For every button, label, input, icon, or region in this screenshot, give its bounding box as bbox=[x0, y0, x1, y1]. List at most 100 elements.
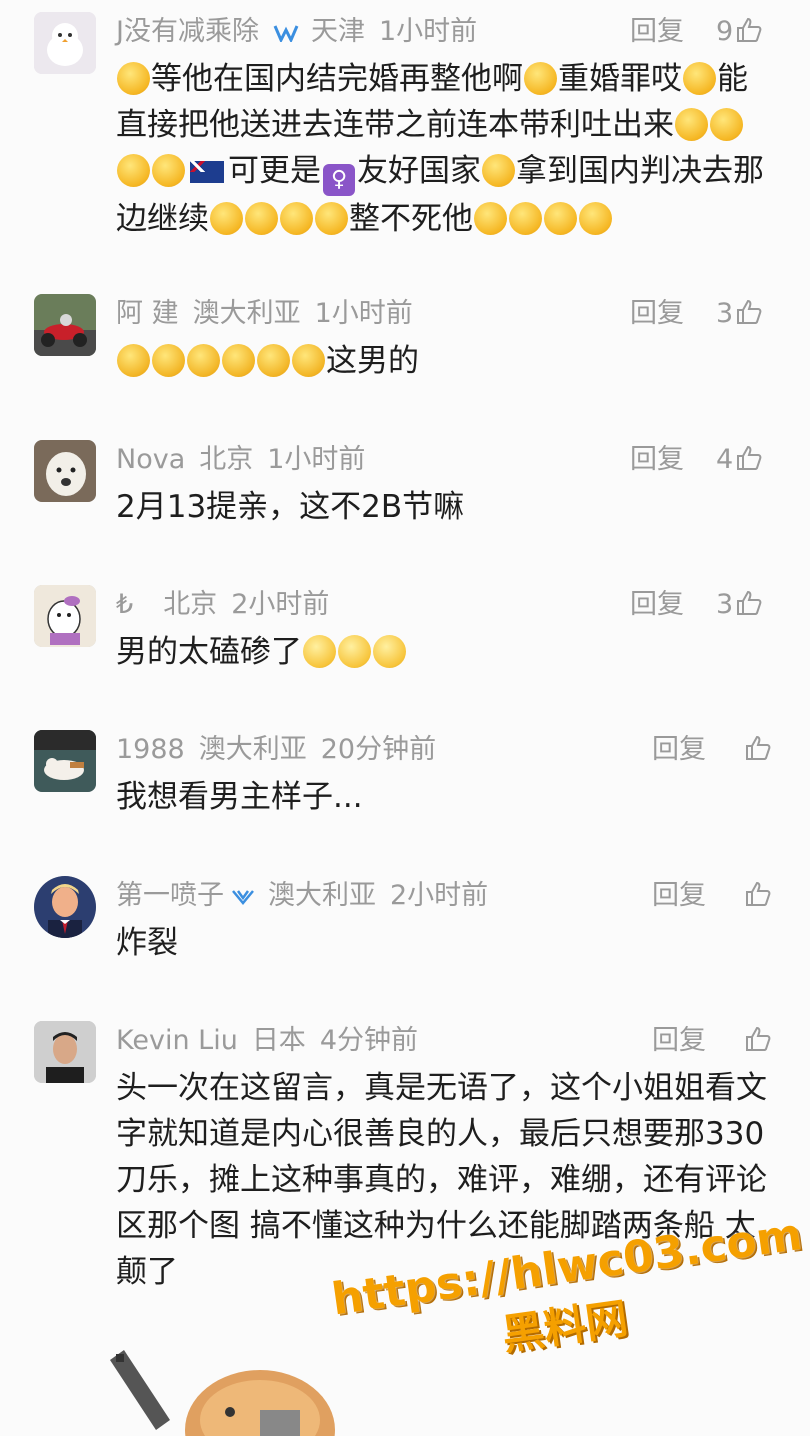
avatar[interactable] bbox=[34, 12, 96, 74]
emoji-icon bbox=[117, 154, 150, 187]
emoji-icon bbox=[675, 108, 708, 141]
emoji-icon bbox=[579, 202, 612, 235]
emoji-icon bbox=[710, 108, 743, 141]
like-button[interactable] bbox=[742, 876, 772, 916]
reply-button[interactable]: 回复 bbox=[630, 440, 684, 480]
emoji-icon bbox=[117, 62, 150, 95]
username[interactable]: Kevin Liu bbox=[116, 1025, 238, 1056]
reply-button[interactable]: 回复 bbox=[630, 12, 684, 52]
vip-badge-icon bbox=[273, 24, 299, 42]
timestamp: 1小时前 bbox=[267, 444, 366, 475]
like-button[interactable]: 3 bbox=[716, 585, 763, 625]
username[interactable]: Nova bbox=[116, 444, 185, 475]
like-button[interactable]: 4 bbox=[716, 440, 763, 480]
reply-button[interactable]: 回复 bbox=[652, 1021, 706, 1061]
comment-text: 炸裂 bbox=[116, 925, 178, 961]
emoji-icon bbox=[222, 344, 255, 377]
emoji-icon bbox=[474, 202, 507, 235]
thumbs-up-icon bbox=[746, 735, 771, 760]
timestamp: 2小时前 bbox=[231, 589, 330, 620]
avatar[interactable] bbox=[34, 876, 96, 938]
comment-meta: 1988 澳大利亚 20分钟前 bbox=[116, 730, 450, 770]
comment-meta: Kevin Liu 日本 4分钟前 bbox=[116, 1021, 432, 1061]
username[interactable]: 第一喷子 bbox=[116, 880, 224, 911]
like-button[interactable]: 3 bbox=[716, 294, 763, 334]
location: 天津 bbox=[310, 16, 365, 47]
reply-button[interactable]: 回复 bbox=[630, 585, 684, 625]
comment-text: 这男的 bbox=[326, 343, 419, 379]
vip-badge-icon bbox=[232, 889, 254, 905]
thumbs-up-icon bbox=[737, 299, 762, 324]
emoji-icon bbox=[292, 344, 325, 377]
reply-button[interactable]: 回复 bbox=[630, 294, 684, 334]
emoji-icon bbox=[338, 635, 371, 668]
comment-text: 重婚罪哎 bbox=[558, 61, 682, 97]
emoji-icon bbox=[482, 154, 515, 187]
reply-button[interactable]: 回复 bbox=[652, 876, 706, 916]
sticker-image bbox=[110, 1350, 335, 1436]
emoji-icon bbox=[117, 344, 150, 377]
emoji-icon bbox=[245, 202, 278, 235]
location: 北京 bbox=[199, 444, 254, 475]
username[interactable]: J没有减乘除 bbox=[116, 16, 259, 47]
comment-body: 男的太磕碜了 bbox=[116, 629, 776, 675]
location: 日本 bbox=[251, 1025, 306, 1056]
thumbs-up-icon bbox=[737, 17, 762, 42]
like-count: 3 bbox=[716, 589, 734, 620]
username[interactable]: 1988 bbox=[116, 734, 185, 765]
emoji-icon bbox=[210, 202, 243, 235]
emoji-icon bbox=[280, 202, 313, 235]
comment-text: 2月13提亲，这不2B节嘛 bbox=[116, 489, 465, 525]
avatar[interactable] bbox=[34, 440, 96, 502]
like-button[interactable]: 9 bbox=[716, 12, 763, 52]
comment-meta: Nova 北京 1小时前 bbox=[116, 440, 379, 480]
comment-body: 这男的 bbox=[116, 338, 776, 384]
comment-text: 男的太磕碜了 bbox=[116, 634, 302, 670]
comment-text: 可更是 bbox=[228, 153, 321, 189]
location: 澳大利亚 bbox=[268, 880, 376, 911]
comment-text: 我想看男主样子... bbox=[116, 779, 363, 815]
avatar[interactable] bbox=[34, 294, 96, 356]
reply-button[interactable]: 回复 bbox=[652, 730, 706, 770]
comment-body: 2月13提亲，这不2B节嘛 bbox=[116, 484, 776, 530]
username[interactable]: ₺ bbox=[116, 589, 133, 620]
comment-body: 等他在国内结完婚再整他啊 重婚罪哎 能直接把他送进去连带之前连本带利吐出来 可更是 ♀ 友… bbox=[116, 56, 776, 242]
timestamp: 1小时前 bbox=[314, 298, 413, 329]
emoji-icon bbox=[257, 344, 290, 377]
restroom-icon: ♀ bbox=[323, 164, 355, 196]
comment-text: 等他在国内结完婚再整他啊 bbox=[151, 61, 523, 97]
comment-meta: 阿 建澳大利亚 1小时前 bbox=[116, 294, 427, 334]
comment-body: 我想看男主样子... bbox=[116, 774, 776, 820]
comment-text: 友好国家 bbox=[357, 153, 481, 189]
comment-body: 炸裂 bbox=[116, 920, 776, 966]
like-count: 3 bbox=[716, 298, 734, 329]
avatar[interactable] bbox=[34, 730, 96, 792]
like-button[interactable] bbox=[742, 1021, 772, 1061]
avatar[interactable] bbox=[34, 1021, 96, 1083]
emoji-icon bbox=[544, 202, 577, 235]
emoji-icon bbox=[315, 202, 348, 235]
location: 北京 bbox=[163, 589, 218, 620]
timestamp: 20分钟前 bbox=[320, 734, 437, 765]
emoji-icon bbox=[509, 202, 542, 235]
emoji-icon bbox=[152, 154, 185, 187]
comment-text: 整不死他 bbox=[349, 201, 473, 237]
timestamp: 2小时前 bbox=[390, 880, 489, 911]
comment-meta: J没有减乘除 天津 1小时前 bbox=[116, 12, 491, 52]
emoji-icon bbox=[373, 635, 406, 668]
thumbs-up-icon bbox=[746, 881, 771, 906]
like-count: 4 bbox=[716, 444, 734, 475]
emoji-icon bbox=[152, 344, 185, 377]
emoji-icon bbox=[187, 344, 220, 377]
username[interactable]: 阿 建 bbox=[116, 298, 179, 329]
emoji-icon bbox=[524, 62, 557, 95]
thumbs-up-icon bbox=[746, 1026, 771, 1051]
timestamp: 4分钟前 bbox=[319, 1025, 418, 1056]
like-count: 9 bbox=[716, 16, 734, 47]
comment-meta: 第一喷子 澳大利亚 2小时前 bbox=[116, 876, 502, 916]
like-button[interactable] bbox=[742, 730, 772, 770]
timestamp: 1小时前 bbox=[378, 16, 478, 47]
thumbs-up-icon bbox=[737, 590, 762, 615]
emoji-icon bbox=[683, 62, 716, 95]
avatar[interactable] bbox=[34, 585, 96, 647]
